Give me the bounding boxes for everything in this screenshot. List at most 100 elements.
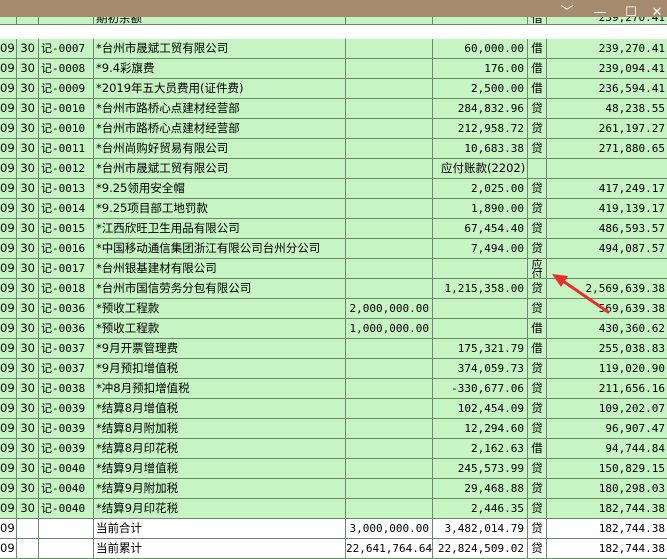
debit-cell <box>346 359 433 378</box>
table-row[interactable]: 09 30 记-0016 *中国移动通信集团浙江有限公司台州分公司 7,494.00 贷 4… <box>0 239 667 259</box>
debit-cell <box>346 339 433 358</box>
month-cell: 09 <box>0 139 17 158</box>
table-row[interactable]: 09 30 记-0007 *台州市晟斌工贸有限公司 60,000.00 借 239,270.… <box>0 39 667 59</box>
balance-cell <box>547 159 667 178</box>
day-cell: 30 <box>17 59 39 78</box>
summary-cell: *中国移动通信集团浙江有限公司台州分公司 <box>94 239 346 258</box>
credit-cell: 102,454.09 <box>433 399 528 418</box>
debit-cell <box>346 99 433 118</box>
month-cell: 09 <box>0 119 17 138</box>
day-cell: 30 <box>17 39 39 58</box>
balance-cell: 255,038.83 <box>598 342 665 355</box>
credit-cell: 175,321.79 <box>433 339 528 358</box>
balance-cell: 239,270.41 <box>598 42 665 55</box>
month-cell: 09 <box>0 79 17 98</box>
debit-cell <box>346 399 433 418</box>
direction-cell: 借 <box>528 17 547 24</box>
opening-balance-row[interactable]: 期初余额 借 239,270.41 <box>0 17 667 25</box>
table-row[interactable]: 09 30 记-0017 *台州银基建材有限公司 应付 <box>0 259 667 279</box>
debit-cell <box>346 79 433 98</box>
day-cell: 30 <box>17 159 39 178</box>
table-row[interactable]: 09 30 记-0014 *9.25项目部工地罚款 1,890.00 贷 419,139.1… <box>0 199 667 219</box>
balance-cell: 239,094.41 <box>598 62 665 75</box>
month-cell: 09 <box>0 459 17 478</box>
table-row[interactable]: 09 30 记-0039 *结算8月增值税 102,454.09 贷 109,202.07 <box>0 399 667 419</box>
month-cell: 09 <box>0 259 17 278</box>
table-row[interactable]: 09 30 记-0010 *台州市路桥心点建材经营部 284,832.96 贷 48,238… <box>0 99 667 119</box>
balance-cell: 94,744.84 <box>605 442 665 455</box>
month-cell: 09 <box>0 319 17 338</box>
month-cell: 09 <box>0 199 17 218</box>
table-row[interactable]: 09 30 记-0038 *冲8月预扣增值税 -330,677.06 贷 211,656.1… <box>0 379 667 399</box>
debit-cell: 3,000,000.00 <box>346 519 433 538</box>
day-cell: 30 <box>17 279 39 298</box>
day-cell: 30 <box>17 439 39 458</box>
voucher-cell: 记-0009 <box>39 79 94 98</box>
table-row[interactable]: 09 30 记-0039 *结算8月附加税 12,294.60 贷 96,907.47 <box>0 419 667 439</box>
table-row[interactable]: 09 30 记-0040 *结算9月印花税 2,446.35 贷 182,744.38 <box>0 499 667 519</box>
summary-cell: *9.25项目部工地罚款 <box>94 199 346 218</box>
balance-cell: 486,593.57 <box>598 222 665 235</box>
table-row[interactable]: 09 30 记-0037 *9月预扣增值税 374,059.73 贷 119,020.90 <box>0 359 667 379</box>
debit-cell <box>346 199 433 218</box>
day-cell: 30 <box>17 479 39 498</box>
credit-cell: 176.00 <box>433 59 528 78</box>
balance-cell: 430,360.62 <box>598 322 665 335</box>
table-row[interactable]: 09 30 记-0009 *2019年五大员费用(证件费) 2,500.00 借 236,5… <box>0 79 667 99</box>
table-row[interactable]: 09 30 记-0008 *9.4彩旗费 176.00 借 239,094.41 <box>0 59 667 79</box>
credit-cell: 22,824,509.02 <box>433 539 528 558</box>
total-row[interactable]: 09 当前合计 3,000,000.00 3,482,014.79 贷 182,744.3… <box>0 519 667 539</box>
summary-cell: *台州市晟斌工贸有限公司 <box>94 159 346 178</box>
month-cell: 09 <box>0 539 17 558</box>
table-row[interactable]: 09 30 记-0010 *台州市路桥心点建材经营部 212,958.72 贷 261,19… <box>0 119 667 139</box>
table-row[interactable]: 09 30 记-0013 *9.25领用安全帽 2,025.00 贷 417,249.17 <box>0 179 667 199</box>
summary-cell: *2019年五大员费用(证件费) <box>94 79 346 98</box>
month-cell: 09 <box>0 359 17 378</box>
table-row[interactable]: 09 30 记-0015 *江西欣旺卫生用品有限公司 67,454.40 贷 486,593… <box>0 219 667 239</box>
credit-cell <box>433 299 528 318</box>
month-cell: 09 <box>0 39 17 58</box>
direction-cell: 贷 <box>528 519 547 538</box>
direction-cell: 贷 <box>528 199 547 218</box>
credit-cell: 29,468.88 <box>433 479 528 498</box>
credit-cell: 284,832.96 <box>433 99 528 118</box>
direction-cell: 贷 <box>528 99 547 118</box>
credit-cell: 10,683.38 <box>433 139 528 158</box>
voucher-cell <box>39 17 94 24</box>
balance-cell: 2,569,639.38 <box>585 282 665 295</box>
table-row[interactable]: 09 30 记-0037 *9月开票管理费 175,321.79 借 255,038.83 <box>0 339 667 359</box>
month-cell: 09 <box>0 159 17 178</box>
month-cell: 09 <box>0 299 17 318</box>
table-row[interactable]: 09 30 记-0040 *结算9月增值税 245,573.99 贷 150,829.15 <box>0 459 667 479</box>
table-row[interactable]: 09 30 记-0040 *结算9月附加税 29,468.88 贷 180,298.03 <box>0 479 667 499</box>
debit-cell <box>346 279 433 298</box>
balance-cell: 180,298.03 <box>598 482 665 495</box>
debit-cell <box>346 259 433 278</box>
balance-cell: 182,744.38 <box>598 502 665 515</box>
table-row[interactable]: 09 30 记-0036 *预收工程款 2,000,000.00 贷 569,639.38 <box>0 299 667 319</box>
table-row[interactable]: 09 30 记-0012 *台州市晟斌工贸有限公司 应付账款(2202) <box>0 159 667 179</box>
table-row[interactable]: 09 30 记-0011 *台州尚购好贸易有限公司 10,683.38 贷 271,880.… <box>0 139 667 159</box>
summary-cell: 当前累计 <box>94 539 346 558</box>
credit-cell: 1,890.00 <box>433 199 528 218</box>
total-row[interactable]: 09 当前累计 22,641,764.64 22,824,509.02 贷 182,744… <box>0 539 667 559</box>
month-cell: 09 <box>0 179 17 198</box>
table-row[interactable]: 09 30 记-0018 *台州市国信劳务分包有限公司 1,215,358.00 贷 2,5… <box>0 279 667 299</box>
debit-cell <box>346 439 433 458</box>
day-cell: 30 <box>17 79 39 98</box>
day-cell: 30 <box>17 199 39 218</box>
table-row[interactable]: 09 30 记-0039 *结算8月印花税 2,162.63 借 94,744.84 <box>0 439 667 459</box>
debit-cell <box>346 419 433 438</box>
voucher-cell <box>39 519 94 538</box>
day-cell: 30 <box>17 359 39 378</box>
credit-cell: 7,494.00 <box>433 239 528 258</box>
month-cell: 09 <box>0 379 17 398</box>
voucher-cell: 记-0010 <box>39 119 94 138</box>
voucher-cell: 记-0014 <box>39 199 94 218</box>
voucher-cell: 记-0039 <box>39 419 94 438</box>
day-cell: 30 <box>17 119 39 138</box>
day-cell: 30 <box>17 399 39 418</box>
direction-cell: 应付 <box>528 259 547 278</box>
direction-cell: 借 <box>528 439 547 458</box>
table-row[interactable]: 09 30 记-0036 *预收工程款 1,000,000.00 借 430,360.62 <box>0 319 667 339</box>
